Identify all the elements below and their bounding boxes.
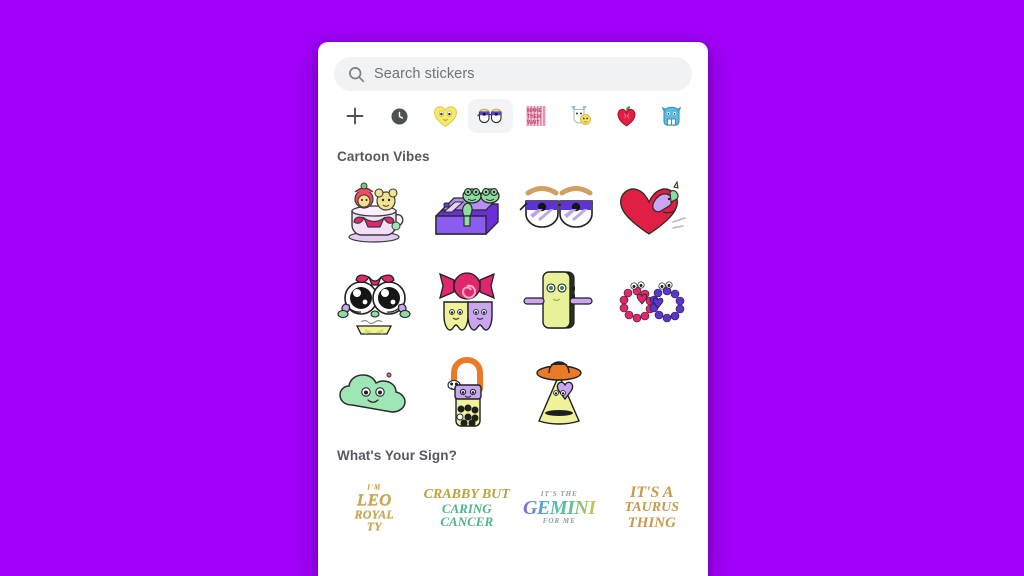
sticker-its-a-taurus-thing-word-art[interactable]: IT'S A TAURUS THING [606,465,699,551]
red-apple-heart-sticker-icon [613,103,639,129]
tab-red-apple-pack[interactable] [604,99,649,133]
tab-recently-used[interactable] [377,99,422,133]
sticker-boba-drink-with-straw[interactable] [421,346,514,436]
sticker-beaded-heart-bracelets[interactable] [606,256,699,346]
sticker-frogs-on-purple-bed[interactable] [421,166,514,256]
tab-add-stickers[interactable] [332,99,377,133]
cartoon-eyes-sticker-icon [477,103,503,129]
tab-pink-text-pack[interactable]: MAKE THEM WAIT [513,99,558,133]
tab-yellow-heart-pack[interactable] [423,99,468,133]
sticker-crabby-but-caring-cancer-word-art[interactable]: CRABBY BUT CARING CANCER [421,465,514,551]
taurus-line-1: IT'S A [630,484,674,502]
gemini-line-2: GEMINI [522,496,596,519]
cancer-line-1: CRABBY BUT [423,486,510,502]
yellow-heart-face-sticker-icon [432,103,458,129]
blue-frog-sticker-icon [658,103,684,129]
sticker-cell-empty [606,346,699,436]
sticker-grid-whats-your-sign: I'M LEO ROYAL TY CRABBY BUT CARING CANCE… [318,465,708,551]
search-icon [348,66,365,83]
sticker-teacup-with-dolls[interactable] [328,166,421,256]
pink-striped-text-sticker-icon: MAKE THEM WAIT [523,103,549,129]
sticker-scroll-area[interactable]: Cartoon Vibes What's Your Sign? I'M LEO … [318,137,708,576]
sticker-grid-cartoon-vibes [318,166,708,436]
tab-cartoon-vibes[interactable] [467,99,513,133]
taurus-line-3: THING [627,514,676,531]
svg-text:WAIT: WAIT [527,120,540,126]
cancer-line-2: CARING CANCER [440,500,494,530]
sticker-yellow-ghost-with-hat[interactable] [513,346,606,436]
gemini-line-3: FOR ME [542,517,576,526]
sticker-picker-panel: Search stickers MAKE THEM WAIT Cartoon V… [318,42,708,576]
leo-line-2: LEO [356,489,392,509]
clock-icon [387,103,413,129]
search-input[interactable]: Search stickers [334,57,692,91]
search-bar-container: Search stickers [318,42,708,91]
sticker-green-phone-with-face[interactable] [513,256,606,346]
category-tabs: MAKE THEM WAIT [318,91,708,137]
white-yellow-character-sticker-icon [568,103,594,129]
tab-blue-frog-pack[interactable] [649,99,694,133]
sticker-red-heart-with-unicorn[interactable] [606,166,699,256]
tab-character-pack[interactable] [558,99,603,133]
leo-line-4: TY [366,519,382,534]
section-title-whats-your-sign: What's Your Sign? [337,448,457,463]
taurus-line-2: TAURUS [624,500,679,516]
sticker-leo-royalty-word-art[interactable]: I'M LEO ROYAL TY [328,465,421,551]
search-placeholder-text: Search stickers [374,66,475,82]
sticker-big-eyes-with-red-bow[interactable] [328,256,421,346]
sticker-candy-and-two-teeth[interactable] [421,256,514,346]
plus-icon [342,103,368,129]
section-title-cartoon-vibes: Cartoon Vibes [337,149,430,164]
sticker-green-smiling-cloud[interactable] [328,346,421,436]
sticker-gemini-for-me-word-art[interactable]: IT'S THE GEMINI FOR ME [513,465,606,551]
sticker-purple-eyes-sunglasses[interactable] [513,166,606,256]
